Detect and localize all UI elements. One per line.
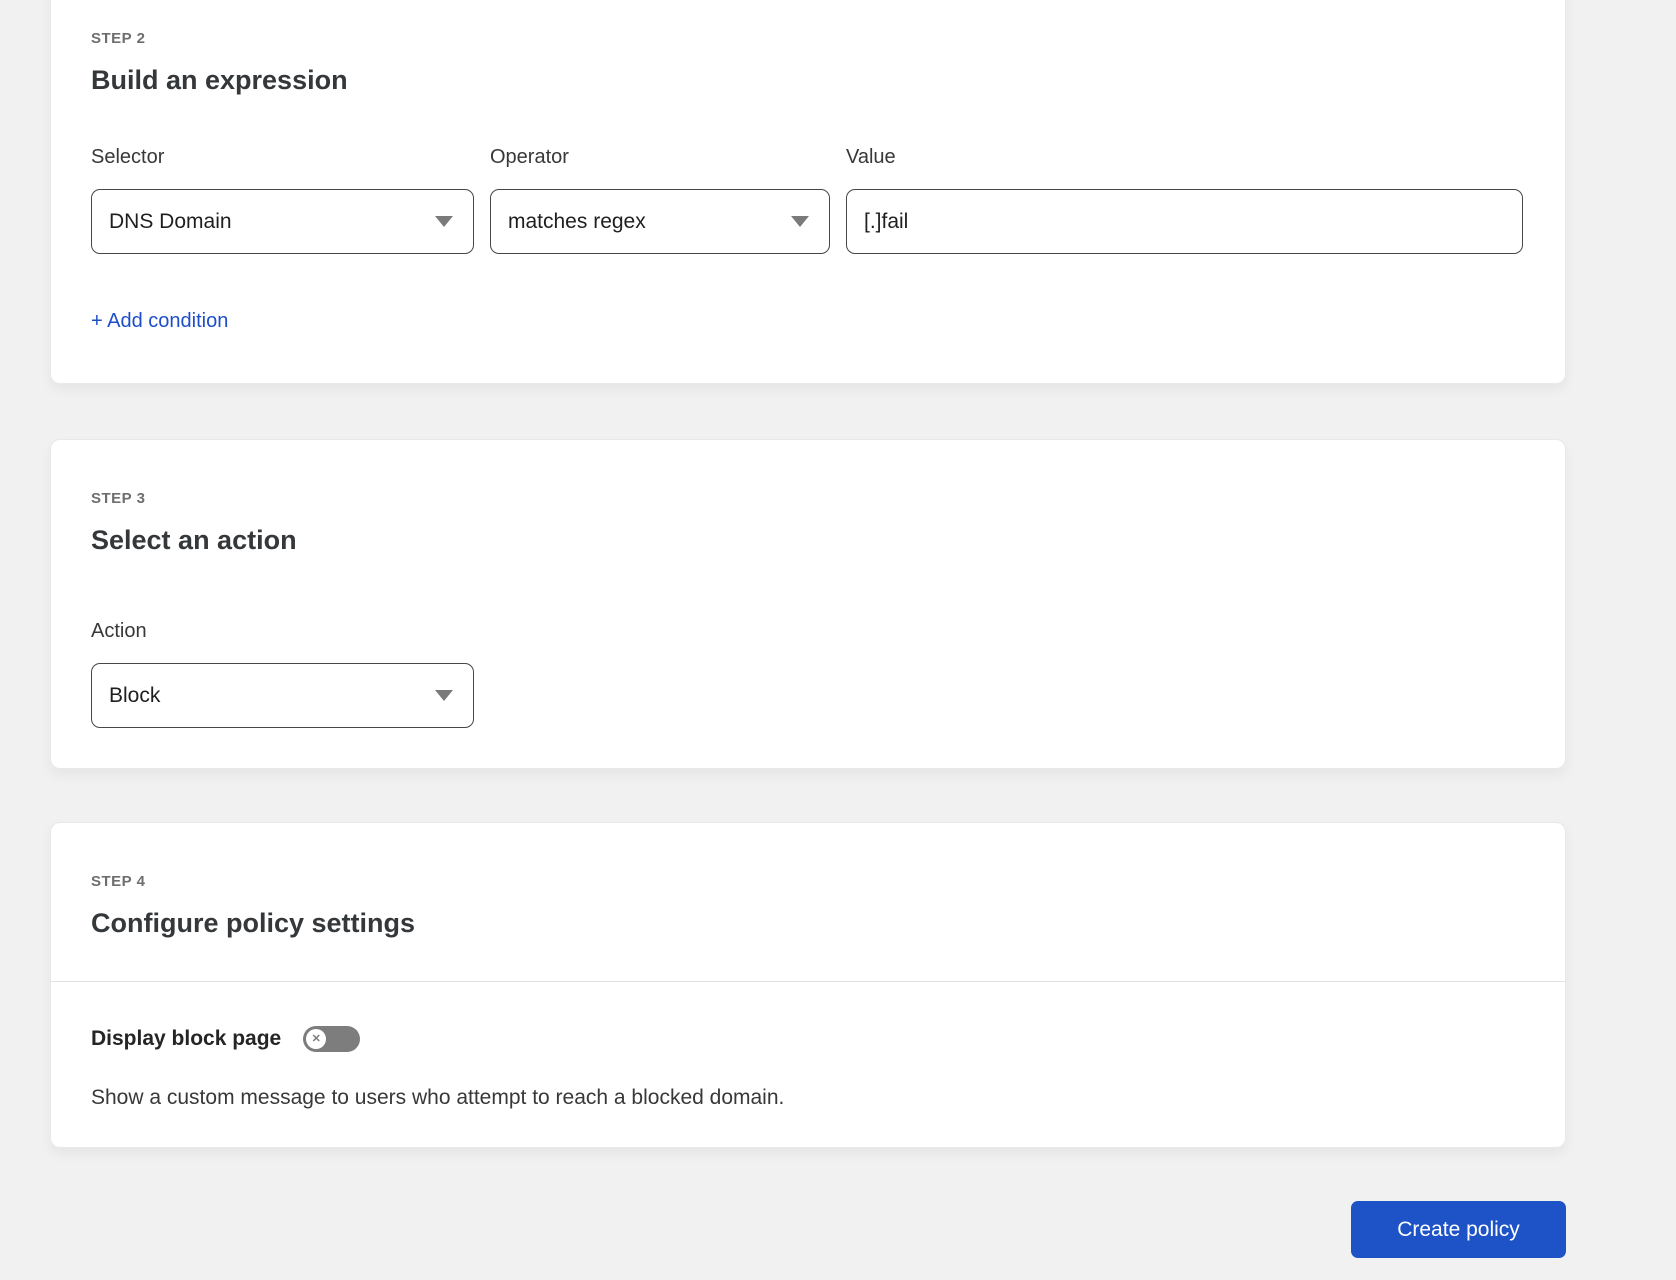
operator-value: matches regex: [508, 209, 646, 233]
toggle-off-icon: ✕: [311, 1032, 321, 1045]
selector-field: Selector DNS Domain: [91, 146, 474, 254]
step-3-label: STEP 3: [91, 490, 146, 507]
policy-settings-section: Display block page ✕ Show a custom messa…: [51, 1026, 1565, 1110]
divider: [51, 981, 1565, 982]
action-field: Action Block: [91, 620, 474, 728]
chevron-down-icon: [791, 216, 809, 227]
chevron-down-icon: [435, 216, 453, 227]
value-field: Value: [846, 146, 1523, 254]
display-block-page-toggle[interactable]: ✕: [303, 1026, 361, 1052]
step-2-card: STEP 2 Build an expression Selector DNS …: [50, 0, 1566, 384]
add-condition-link[interactable]: + Add condition: [91, 310, 228, 333]
chevron-down-icon: [435, 690, 453, 701]
action-dropdown[interactable]: Block: [91, 663, 474, 728]
operator-field: Operator matches regex: [490, 146, 830, 254]
step-2-title: Build an expression: [91, 65, 348, 95]
toggle-knob: ✕: [306, 1029, 327, 1049]
step-2-label: STEP 2: [91, 30, 146, 47]
step-4-card: STEP 4 Configure policy settings Display…: [50, 822, 1566, 1148]
footer-actions: Create policy: [50, 1201, 1566, 1258]
step-3-card: STEP 3 Select an action Action Block: [50, 439, 1566, 769]
operator-dropdown[interactable]: matches regex: [490, 189, 830, 254]
create-policy-button[interactable]: Create policy: [1351, 1201, 1566, 1258]
step-4-header: STEP 4 Configure policy settings: [51, 873, 1565, 939]
display-block-page-row: Display block page ✕: [91, 1026, 1523, 1052]
step-4-title: Configure policy settings: [91, 908, 416, 938]
display-block-page-label: Display block page: [91, 1027, 282, 1050]
operator-label: Operator: [490, 146, 569, 168]
display-block-page-description: Show a custom message to users who attem…: [91, 1086, 785, 1109]
step-4-label: STEP 4: [91, 873, 146, 890]
expression-fields-row: Selector DNS Domain Operator matches reg…: [91, 146, 1523, 254]
policy-builder-page: STEP 2 Build an expression Selector DNS …: [0, 0, 1676, 1280]
action-value: Block: [109, 683, 161, 707]
policy-builder-content: STEP 2 Build an expression Selector DNS …: [50, 0, 1566, 1258]
value-label: Value: [846, 146, 896, 168]
value-input[interactable]: [846, 189, 1523, 254]
step-3-title: Select an action: [91, 525, 297, 555]
selector-label: Selector: [91, 146, 165, 168]
action-label: Action: [91, 620, 147, 642]
selector-value: DNS Domain: [109, 209, 232, 233]
selector-dropdown[interactable]: DNS Domain: [91, 189, 474, 254]
